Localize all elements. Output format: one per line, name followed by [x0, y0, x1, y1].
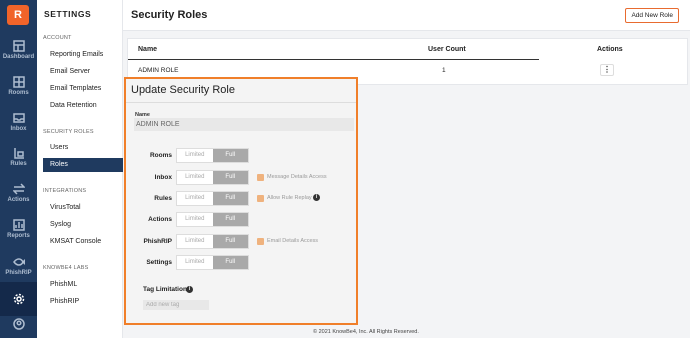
sidebar-item-roles[interactable]: Roles [43, 158, 123, 172]
message-details-checkbox[interactable] [257, 174, 264, 181]
email-details-label: Email Details Access [267, 238, 319, 244]
rail-item-rules[interactable]: Rules [0, 140, 37, 174]
info-icon[interactable]: i [186, 286, 193, 293]
sidebar-item-syslog[interactable]: Syslog [43, 218, 123, 232]
permission-toggle: Limited Full [176, 234, 249, 249]
column-header-name[interactable]: Name [138, 46, 157, 53]
rail-label: Rooms [8, 90, 29, 96]
limited-option[interactable]: Limited [177, 192, 213, 205]
rail-label: Actions [7, 197, 30, 203]
permission-label: Rooms [149, 152, 172, 159]
sidebar-item-data-retention[interactable]: Data Retention [43, 99, 123, 113]
permission-toggle: Limited Full [176, 212, 249, 227]
rail-item-inbox[interactable]: Inbox [0, 105, 37, 139]
dashboard-icon [12, 40, 25, 52]
rooms-icon [12, 76, 25, 88]
permission-toggle: Limited Full [176, 191, 249, 206]
rail-item-phishrip[interactable]: PhishRIP [0, 249, 37, 283]
permission-row-phishrip: PhishRIP Limited Full Email Details Acce… [126, 234, 360, 250]
user-count-cell: 1 [442, 67, 446, 74]
section-knowbe4-labs: KNOWBE4 LABS [43, 265, 89, 271]
sidebar-item-reporting-emails[interactable]: Reporting Emails [43, 48, 123, 62]
update-security-role-dialog: Update Security Role Name ADMIN ROLE Roo… [124, 77, 358, 325]
limited-option[interactable]: Limited [177, 235, 213, 248]
permission-label: Actions [148, 216, 172, 223]
app-window: R Dashboard Rooms Inbox Rules Actions Re… [0, 0, 690, 338]
sidebar-item-email-server[interactable]: Email Server [43, 65, 123, 79]
rail-label: Rules [10, 161, 27, 167]
gear-icon [13, 293, 24, 305]
sidebar-item-kmsat-console[interactable]: KMSAT Console [43, 235, 123, 249]
permission-toggle: Limited Full [176, 255, 249, 270]
limited-option[interactable]: Limited [177, 149, 213, 162]
logo-icon[interactable]: R [7, 5, 29, 25]
message-details-label: Message Details Access [267, 174, 327, 180]
tag-limitations-label: Tag Limitations [143, 286, 191, 293]
page-header: Security Roles Add New Role [123, 0, 690, 31]
inbox-icon [12, 113, 25, 123]
rail-item-rooms[interactable]: Rooms [0, 69, 37, 103]
info-icon[interactable]: i [313, 194, 320, 201]
actions-icon [12, 183, 25, 195]
dialog-title-divider [126, 102, 356, 103]
sidebar-title: SETTINGS [44, 9, 92, 19]
permission-toggle: Limited Full [176, 148, 249, 163]
add-tag-input[interactable] [143, 300, 209, 310]
row-actions-button[interactable]: ⋮ [600, 64, 614, 76]
column-header-user-count[interactable]: User Count [428, 46, 466, 53]
settings-sidebar: SETTINGS ACCOUNT Reporting Emails Email … [37, 0, 123, 338]
rail-label: Inbox [10, 126, 27, 132]
permission-toggle: Limited Full [176, 170, 249, 185]
allow-rule-replay-label: Allow Rule Replay [267, 195, 312, 201]
permission-label: Settings [146, 259, 172, 266]
full-option[interactable]: Full [212, 192, 248, 205]
add-new-role-button[interactable]: Add New Role [625, 8, 679, 23]
rail-item-profile[interactable] [0, 307, 37, 338]
full-option[interactable]: Full [212, 171, 248, 184]
rail-label: Dashboard [2, 54, 35, 60]
nav-rail: R Dashboard Rooms Inbox Rules Actions Re… [0, 0, 37, 338]
full-option[interactable]: Full [212, 235, 248, 248]
permission-row-rules: Rules Limited Full Allow Rule Replay i [126, 191, 360, 207]
full-option[interactable]: Full [212, 256, 248, 269]
column-header-actions: Actions [597, 46, 623, 53]
email-details-checkbox[interactable] [257, 238, 264, 245]
dialog-title: Update Security Role [131, 84, 235, 96]
user-icon [12, 318, 25, 330]
rail-item-actions[interactable]: Actions [0, 176, 37, 210]
sidebar-item-phishrip[interactable]: PhishRIP [43, 295, 123, 309]
section-security-roles: SECURITY ROLES [43, 129, 94, 135]
sidebar-item-phishml[interactable]: PhishML [43, 278, 123, 292]
full-option[interactable]: Full [212, 213, 248, 226]
page-title: Security Roles [131, 9, 208, 21]
section-account: ACCOUNT [43, 35, 72, 41]
rail-label: Reports [7, 233, 30, 239]
limited-option[interactable]: Limited [177, 256, 213, 269]
permission-label: PhishRIP [143, 238, 172, 245]
header-divider [128, 59, 539, 60]
permission-row-rooms: Rooms Limited Full [126, 148, 360, 164]
permission-row-actions: Actions Limited Full [126, 212, 360, 228]
permission-label: Rules [154, 195, 172, 202]
permission-row-inbox: Inbox Limited Full Message Details Acces… [126, 170, 360, 186]
footer-copyright: © 2021 KnowBe4, Inc. All Rights Reserved… [313, 329, 419, 335]
rail-item-dashboard[interactable]: Dashboard [0, 33, 37, 67]
sidebar-item-users[interactable]: Users [43, 141, 123, 155]
fish-icon [12, 258, 25, 266]
rules-icon [13, 148, 24, 159]
limited-option[interactable]: Limited [177, 171, 213, 184]
role-name-field[interactable]: ADMIN ROLE [134, 118, 354, 131]
reports-icon [12, 219, 25, 231]
full-option[interactable]: Full [212, 149, 248, 162]
limited-option[interactable]: Limited [177, 213, 213, 226]
allow-rule-replay-checkbox[interactable] [257, 195, 264, 202]
section-integrations: INTEGRATIONS [43, 188, 87, 194]
rail-label: PhishRIP [5, 270, 32, 276]
sidebar-item-virustotal[interactable]: VirusTotal [43, 201, 123, 215]
role-name-cell[interactable]: ADMIN ROLE [138, 67, 178, 74]
permission-row-settings: Settings Limited Full [126, 255, 360, 271]
permission-label: Inbox [154, 174, 172, 181]
sidebar-item-email-templates[interactable]: Email Templates [43, 82, 123, 96]
rail-item-reports[interactable]: Reports [0, 212, 37, 246]
